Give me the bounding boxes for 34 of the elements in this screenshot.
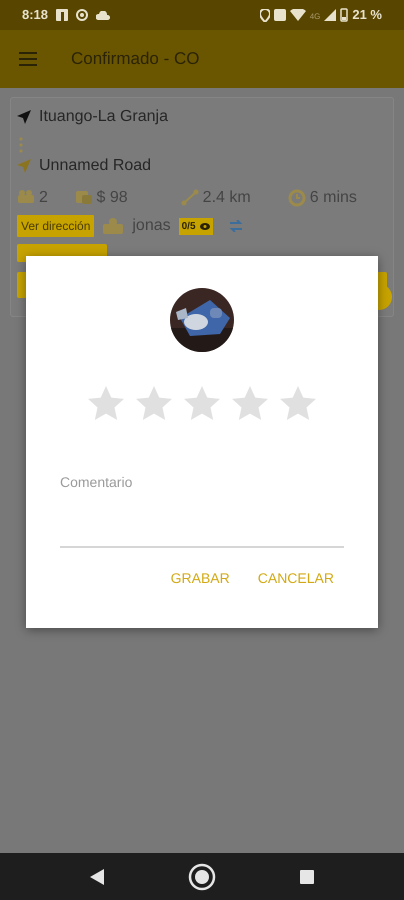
app-title: Confirmado - CO bbox=[71, 48, 200, 70]
cloud-icon bbox=[96, 10, 110, 20]
stat-value: 2.4 km bbox=[202, 188, 251, 208]
address-button[interactable]: Ver dirección bbox=[17, 215, 94, 237]
dialog-button[interactable]: CANCELAR bbox=[258, 564, 334, 593]
battery-icon bbox=[340, 8, 348, 22]
wifi-icon bbox=[290, 9, 306, 21]
stat-value: $ 98 bbox=[96, 188, 128, 208]
clock-icon bbox=[288, 189, 306, 207]
app-icon bbox=[56, 9, 68, 21]
route-icon bbox=[180, 189, 199, 207]
stat-value: 6 mins bbox=[310, 188, 357, 208]
location-icon bbox=[260, 8, 270, 22]
origin-text: Ituango-La Granja bbox=[39, 106, 168, 126]
stat-value: 2 bbox=[39, 188, 48, 208]
battery-level: 21 % bbox=[352, 6, 382, 24]
destination-text: Unnamed Road bbox=[39, 156, 152, 176]
clock: 8:18 bbox=[22, 6, 48, 24]
recents-icon[interactable] bbox=[300, 870, 314, 884]
network-label: 4G bbox=[310, 11, 320, 24]
navigation-icon bbox=[17, 158, 31, 172]
driver-icon bbox=[102, 217, 124, 235]
back-icon[interactable] bbox=[90, 868, 104, 884]
menu-icon[interactable] bbox=[19, 52, 37, 66]
driver-name: jonas bbox=[132, 216, 171, 236]
dialog-button[interactable]: GRABAR bbox=[170, 564, 230, 593]
app-icon bbox=[76, 9, 88, 21]
swap-icon[interactable] bbox=[228, 220, 243, 232]
rating-badge: 0/5 bbox=[178, 218, 213, 234]
navigation-icon bbox=[17, 110, 31, 124]
eye-icon bbox=[200, 222, 210, 230]
home-icon[interactable] bbox=[188, 862, 216, 890]
signal-icon bbox=[324, 9, 336, 21]
dots-icon bbox=[19, 136, 23, 153]
